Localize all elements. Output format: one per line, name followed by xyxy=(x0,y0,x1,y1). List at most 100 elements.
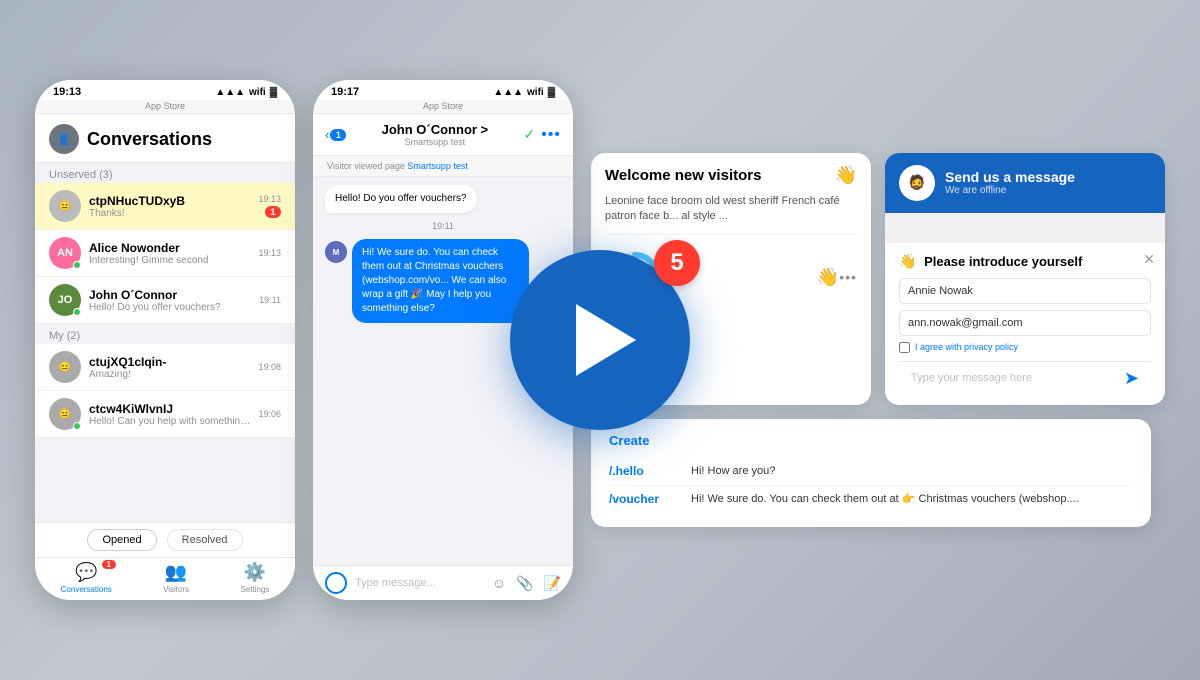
conv-avatar: 😐 xyxy=(49,351,81,383)
conversations-list: Unserved (3) 😐 ctpNHucTUDxyB Thanks! 19:… xyxy=(35,163,295,522)
privacy-checkbox-row: I agree with privacy policy xyxy=(899,342,1151,353)
emoji-icon[interactable]: ☺ xyxy=(492,575,506,592)
privacy-label: I agree with privacy policy xyxy=(915,342,1018,352)
send-msg-status: We are offline xyxy=(945,185,1075,196)
conv-preview: Hello! Do you offer vouchers? xyxy=(89,302,251,313)
send-msg-body xyxy=(885,213,1165,243)
signal-icon: ▲▲▲ xyxy=(215,87,245,98)
signal-icon-2: ▲▲▲ xyxy=(493,87,523,98)
shortcut-text: Hi! How are you? xyxy=(691,464,1133,479)
conv-time: 19:13 xyxy=(258,194,281,204)
app-store-bar-2: App Store xyxy=(313,100,573,114)
more-options-icon[interactable]: ••• xyxy=(541,126,561,144)
conv-body: John O´Connor Hello! Do you offer vouche… xyxy=(89,288,251,313)
shortcuts-panel: Create /.hello Hi! How are you? /voucher… xyxy=(591,419,1151,528)
shortcut-row[interactable]: /voucher Hi! We sure do. You can check t… xyxy=(609,486,1133,513)
conv-avatar: AN xyxy=(49,237,81,269)
email-field[interactable] xyxy=(899,310,1151,336)
conversations-title: Conversations xyxy=(87,129,212,150)
unread-badge: 1 xyxy=(265,206,281,218)
statusbar-1: 19:13 ▲▲▲ wifi ▓ xyxy=(35,80,295,100)
conv-preview: Amazing! xyxy=(89,369,250,380)
battery-icon: ▓ xyxy=(270,87,277,98)
attachment-icon[interactable]: 📎 xyxy=(516,575,533,592)
conv-preview: Interesting! Gimme second xyxy=(89,255,250,266)
status-time-1: 19:13 xyxy=(53,86,81,98)
checkmark-icon: ✓ xyxy=(523,126,535,144)
play-icon xyxy=(576,304,636,376)
user-avatar: 👤 xyxy=(49,124,79,154)
conv-preview: Hello! Can you help with something? xyxy=(89,416,250,427)
panel-more-icon[interactable]: ••• xyxy=(839,269,857,285)
online-dot xyxy=(73,422,81,430)
name-field[interactable] xyxy=(899,278,1151,304)
conv-time: 19:11 xyxy=(259,295,281,305)
conv-time: 19:08 xyxy=(258,362,281,372)
conv-body: ctujXQ1cIqin- Amazing! xyxy=(89,355,250,380)
conv-avatar: 😐 xyxy=(49,190,81,222)
message-bubble: Hello! Do you offer vouchers? xyxy=(325,185,477,213)
conv-preview: Thanks! xyxy=(89,208,250,219)
shortcuts-title: Create xyxy=(609,433,1133,448)
wifi-icon: wifi xyxy=(249,87,266,98)
list-item[interactable]: 😐 ctujXQ1cIqin- Amazing! 19:08 xyxy=(35,344,295,391)
send-message-button[interactable]: ➤ xyxy=(1124,368,1139,389)
send-msg-header: 🧔 Send us a message We are offline xyxy=(885,153,1165,213)
conv-meta: 19:06 xyxy=(258,409,281,419)
shortcut-row[interactable]: /.hello Hi! How are you? xyxy=(609,458,1133,486)
conv-name: Alice Nowonder xyxy=(89,241,250,255)
wave-icon-2: 👋 xyxy=(817,267,839,288)
nav-visitors[interactable]: 👥 Visitors xyxy=(163,562,189,594)
tab-resolved[interactable]: Resolved xyxy=(167,529,243,551)
welcome-panel-header: Welcome new visitors 👋 xyxy=(591,153,871,194)
status-icons-2: ▲▲▲ wifi ▓ xyxy=(493,87,555,98)
shortcut-text: Hi! We sure do. You can check them out a… xyxy=(691,492,1133,507)
status-icons-1: ▲▲▲ wifi ▓ xyxy=(215,87,277,98)
wave-icon: 👋 xyxy=(835,165,857,186)
send-msg-info: Send us a message We are offline xyxy=(945,169,1075,196)
chat-actions: ✓ ••• xyxy=(523,126,561,144)
introduce-section: ✕ 👋 Please introduce yourself I agree wi… xyxy=(885,243,1165,405)
list-item[interactable]: 😐 ctpNHucTUDxyB Thanks! 19:13 1 xyxy=(35,183,295,230)
privacy-checkbox[interactable] xyxy=(899,342,910,353)
send-msg-title: Send us a message xyxy=(945,169,1075,185)
conv-body: Alice Nowonder Interesting! Gimme second xyxy=(89,241,250,266)
shortcut-code: /voucher xyxy=(609,492,679,506)
welcome-preview-text: Leonine face broom old west sheriff Fren… xyxy=(591,194,871,235)
nav-settings[interactable]: ⚙️ Settings xyxy=(240,562,269,594)
introduce-title: 👋 Please introduce yourself xyxy=(899,253,1151,270)
agent-message-text: Hi! We sure do. You can check them out a… xyxy=(362,247,506,314)
chat-input-circle xyxy=(325,572,347,594)
list-item[interactable]: JO John O´Connor Hello! Do you offer vou… xyxy=(35,277,295,324)
conv-avatar: 😐 xyxy=(49,398,81,430)
list-item[interactable]: AN Alice Nowonder Interesting! Gimme sec… xyxy=(35,230,295,277)
chat-contact-name: John O´Connor > xyxy=(352,122,517,137)
statusbar-2: 19:17 ▲▲▲ wifi ▓ xyxy=(313,80,573,100)
conv-meta: 19:13 xyxy=(258,248,281,258)
note-icon[interactable]: 📝 xyxy=(544,575,561,592)
visitor-link[interactable]: Smartsupp test xyxy=(407,161,468,171)
close-button[interactable]: ✕ xyxy=(1143,251,1155,268)
battery-icon-2: ▓ xyxy=(548,87,555,98)
chat-icon: 💬 xyxy=(75,562,97,583)
agent-message-bubble: Hi! We sure do. You can check them out a… xyxy=(352,239,529,323)
online-dot xyxy=(73,308,81,316)
section-unserved: Unserved (3) xyxy=(35,163,295,183)
nav-conversations[interactable]: 💬 1 Conversations xyxy=(61,562,112,594)
back-button[interactable]: ‹ 1 xyxy=(325,127,346,142)
chat-back-badge: 1 xyxy=(330,129,346,141)
conversations-footer: Opened Resolved 💬 1 Conversations 👥 Visi… xyxy=(35,522,295,600)
gear-icon: ⚙️ xyxy=(244,562,266,583)
system-message: 19:11 xyxy=(325,221,561,231)
chevron-left-icon: ‹ xyxy=(325,127,329,142)
tab-opened[interactable]: Opened xyxy=(87,529,156,551)
conv-time: 19:13 xyxy=(258,248,281,258)
section-my: My (2) xyxy=(35,324,295,344)
wifi-icon-2: wifi xyxy=(527,87,544,98)
visitor-info-bar: Visitor viewed page Smartsupp test xyxy=(313,156,573,177)
conv-avatar: JO xyxy=(49,284,81,316)
list-item[interactable]: 😐 ctcw4KiWlvnIJ Hello! Can you help with… xyxy=(35,391,295,438)
conv-time: 19:06 xyxy=(258,409,281,419)
conv-name: ctcw4KiWlvnIJ xyxy=(89,402,250,416)
message-text: Hello! Do you offer vouchers? xyxy=(335,193,467,204)
